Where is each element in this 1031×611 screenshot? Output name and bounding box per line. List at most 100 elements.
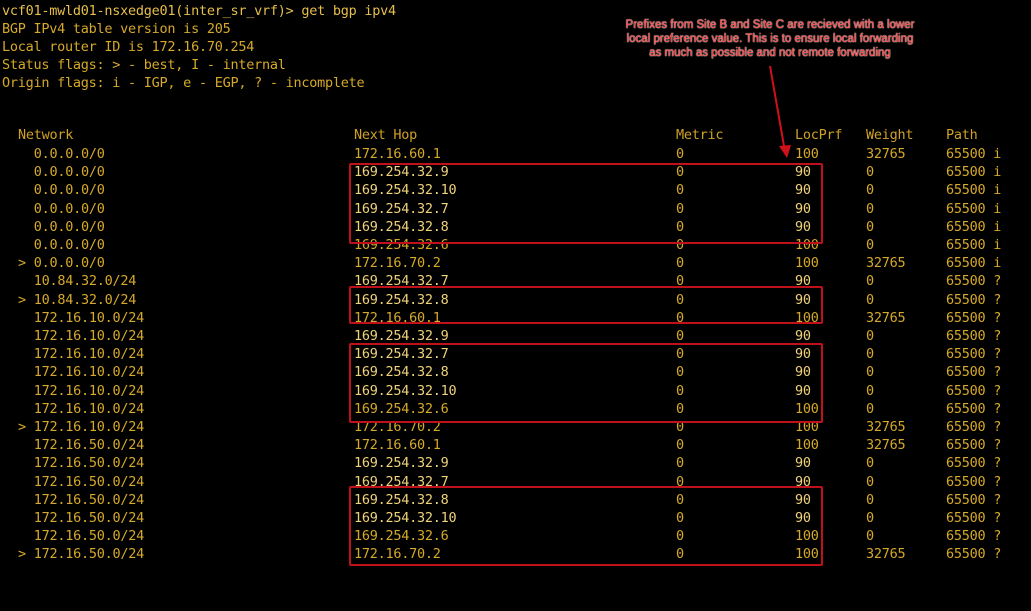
cell-weight: 0 (866, 528, 874, 545)
cell-locprf: 100 (795, 237, 819, 253)
cell-locprf: 90 (795, 328, 811, 344)
cell-metric: 0 (676, 164, 684, 181)
cell-path: 65500 i (946, 182, 1002, 199)
column-header-metric: Metric (676, 127, 724, 143)
cell-metric: 0 (676, 400, 684, 417)
cell-path: 65500 ? (946, 437, 1002, 454)
cell-path: 65500 ? (946, 455, 1002, 472)
cell-metric: 0 (676, 419, 684, 435)
cell-path: 65500 ? (946, 346, 1002, 363)
cell-next-hop: 169.254.32.8 (354, 218, 449, 235)
annotation-line: Prefixes from Site B and Site C are reci… (625, 19, 915, 31)
cell-next-hop: 169.254.32.6 (354, 237, 449, 253)
cell-metric: 0 (676, 218, 684, 235)
cell-weight: 32765 (866, 146, 906, 162)
cell-path: 65500 ? (946, 510, 1002, 526)
cell-next-hop: 172.16.70.2 (354, 419, 441, 435)
column-header-path: Path (946, 127, 978, 143)
cell-next-hop: 172.16.60.1 (354, 309, 441, 326)
table-row: 172.16.50.0/24 169.254.32.7 0 90 0 65500 ? (0, 473, 1031, 491)
table-row: > 0.0.0.0/0 172.16.70.2 0 100 32765 65500 i (0, 254, 1031, 272)
table-row: 172.16.50.0/24 169.254.32.10 0 90 0 65500 ? (0, 509, 1031, 527)
cell-network: > 172.16.50.0/24 (18, 546, 145, 563)
info-line: Status flags: > - best, I - internal (2, 57, 286, 73)
cell-locprf: 90 (795, 200, 811, 217)
cell-weight: 0 (866, 455, 874, 472)
cell-path: 65500 i (946, 164, 1002, 181)
cell-next-hop: 169.254.32.9 (354, 328, 449, 344)
annotation-line: local preference value. This is to ensur… (626, 33, 914, 45)
cell-weight: 32765 (866, 546, 906, 563)
cell-locprf: 90 (795, 382, 811, 399)
cell-path: 65500 ? (946, 400, 1002, 417)
cell-network: 0.0.0.0/0 (18, 200, 105, 217)
cell-network: 0.0.0.0/0 (18, 218, 105, 235)
cell-metric: 0 (676, 182, 684, 199)
cell-weight: 0 (866, 491, 874, 508)
cell-metric: 0 (676, 291, 684, 308)
cell-locprf: 90 (795, 346, 811, 363)
cell-next-hop: 169.254.32.6 (354, 400, 449, 417)
cell-metric: 0 (676, 528, 684, 545)
table-row: > 172.16.50.0/24 172.16.70.2 0 100 32765 6550… (0, 545, 1031, 563)
cell-locprf: 90 (795, 218, 811, 235)
cell-next-hop: 169.254.32.9 (354, 164, 449, 181)
cell-next-hop: 169.254.32.8 (354, 291, 449, 308)
cell-locprf: 90 (795, 273, 811, 290)
cell-locprf: 90 (795, 455, 811, 472)
cell-metric: 0 (676, 273, 684, 290)
info-line: Origin flags: i - IGP, e - EGP, ? - inco… (2, 75, 365, 91)
cell-locprf: 90 (795, 291, 811, 308)
cell-path: 65500 ? (946, 309, 1002, 326)
annotation-line: as much as possible and not remote forwa… (649, 47, 891, 59)
cell-network: 172.16.10.0/24 (18, 309, 145, 326)
table-row: 172.16.50.0/24 169.254.32.6 0 100 0 65500 ? (0, 527, 1031, 545)
cell-metric: 0 (676, 455, 684, 472)
cell-path: 65500 ? (946, 273, 1002, 290)
table-row: 172.16.10.0/24 169.254.32.7 0 90 0 65500 ? (0, 345, 1031, 363)
cell-locprf: 90 (795, 510, 811, 526)
cell-next-hop: 169.254.32.7 (354, 473, 449, 490)
cell-weight: 0 (866, 218, 874, 235)
cell-metric: 0 (676, 237, 684, 253)
column-header-next-hop: Next Hop (354, 127, 418, 143)
table-row: 172.16.10.0/24 169.254.32.8 0 90 0 65500 ? (0, 363, 1031, 381)
cell-metric: 0 (676, 491, 684, 508)
cell-weight: 32765 (866, 309, 906, 326)
cell-locprf: 90 (795, 364, 811, 381)
cell-next-hop: 172.16.60.1 (354, 437, 441, 454)
cell-locprf: 90 (795, 164, 811, 181)
cell-metric: 0 (676, 346, 684, 363)
cell-path: 65500 ? (946, 473, 1002, 490)
table-row: 0.0.0.0/0 169.254.32.6 0 100 0 65500 i (0, 236, 1031, 254)
cell-weight: 0 (866, 364, 874, 381)
cell-next-hop: 172.16.70.2 (354, 255, 441, 272)
cell-path: 65500 ? (946, 364, 1002, 381)
cell-network: 0.0.0.0/0 (18, 146, 105, 162)
cell-weight: 0 (866, 237, 874, 253)
cell-next-hop: 169.254.32.7 (354, 346, 449, 363)
cell-weight: 0 (866, 328, 874, 344)
cell-locprf: 100 (795, 400, 819, 417)
cell-path: 65500 ? (946, 528, 1002, 545)
cell-weight: 0 (866, 164, 874, 181)
cell-path: 65500 i (946, 237, 1002, 253)
cell-weight: 32765 (866, 437, 906, 454)
cell-next-hop: 169.254.32.8 (354, 364, 449, 381)
table-row: 10.84.32.0/24 169.254.32.7 0 90 0 65500 ? (0, 272, 1031, 290)
cell-weight: 0 (866, 382, 874, 399)
cell-network: 172.16.50.0/24 (18, 437, 145, 454)
terminal-window[interactable]: vcf01-mwld01-nsxedge01(inter_sr_vrf)> ge… (0, 0, 1031, 611)
cell-metric: 0 (676, 437, 684, 454)
cell-network: 0.0.0.0/0 (18, 237, 105, 253)
cell-network: 172.16.10.0/24 (18, 382, 145, 399)
table-row: 172.16.10.0/24 169.254.32.6 0 100 0 65500 ? (0, 400, 1031, 418)
cell-next-hop: 169.254.32.10 (354, 382, 457, 399)
cell-locprf: 100 (795, 309, 819, 326)
table-row: 172.16.10.0/24 169.254.32.9 0 90 0 65500 ? (0, 327, 1031, 345)
cell-weight: 32765 (866, 419, 906, 435)
table-header: Network Next Hop Metric LocPrf Weight Pa… (0, 126, 1031, 144)
cell-network: 172.16.10.0/24 (18, 346, 145, 363)
cell-path: 65500 ? (946, 382, 1002, 399)
cell-network: 10.84.32.0/24 (18, 273, 137, 290)
